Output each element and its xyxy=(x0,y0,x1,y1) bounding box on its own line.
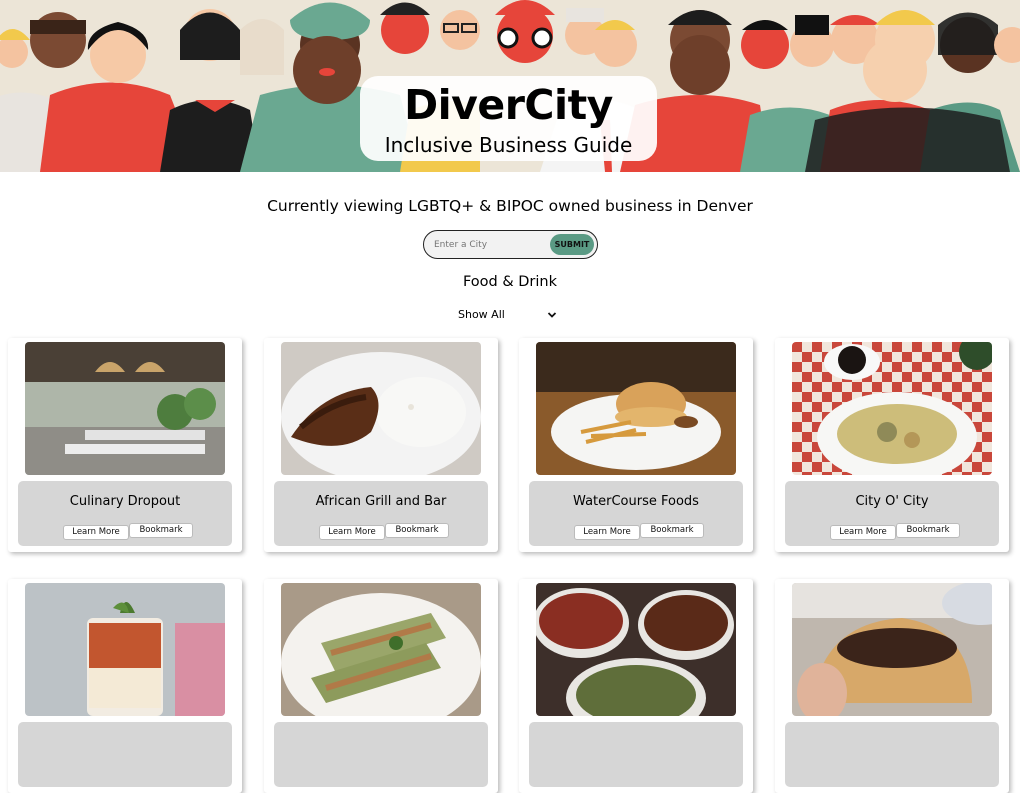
site-title: DiverCity xyxy=(404,81,613,129)
learn-more-button[interactable]: Learn More xyxy=(63,525,129,540)
submit-button[interactable]: SUBMIT xyxy=(550,234,594,255)
business-card xyxy=(264,579,498,793)
filter-select[interactable]: Show All xyxy=(450,306,560,324)
business-info xyxy=(529,722,743,787)
business-name: African Grill and Bar xyxy=(315,494,447,509)
filter-selected-value: Show All xyxy=(458,308,505,321)
business-info: City O' City Learn More Bookmark xyxy=(785,481,999,546)
bookmark-button[interactable]: Bookmark xyxy=(385,523,449,538)
business-card: City O' City Learn More Bookmark xyxy=(775,338,1009,552)
business-photo xyxy=(25,342,225,475)
business-photo xyxy=(792,583,992,716)
learn-more-button[interactable]: Learn More xyxy=(830,525,896,540)
business-info: African Grill and Bar Learn More Bookmar… xyxy=(274,481,488,546)
business-photo xyxy=(281,583,481,716)
business-card: WaterCourse Foods Learn More Bookmark xyxy=(519,338,753,552)
business-name: Culinary Dropout xyxy=(69,494,181,509)
bookmark-button[interactable]: Bookmark xyxy=(640,523,704,538)
business-photo xyxy=(536,583,736,716)
chevron-down-icon xyxy=(547,312,557,318)
business-photo xyxy=(536,342,736,475)
business-info: Culinary Dropout Learn More Bookmark xyxy=(18,481,232,546)
business-info xyxy=(785,722,999,787)
bookmark-button[interactable]: Bookmark xyxy=(896,523,960,538)
viewing-status: Currently viewing LGBTQ+ & BIPOC owned b… xyxy=(267,197,753,215)
business-info xyxy=(18,722,232,787)
business-name: WaterCourse Foods xyxy=(573,494,699,509)
business-info xyxy=(274,722,488,787)
learn-more-button[interactable]: Learn More xyxy=(319,525,385,540)
business-info: WaterCourse Foods Learn More Bookmark xyxy=(529,481,743,546)
city-search-form: SUBMIT xyxy=(423,230,598,259)
business-photo xyxy=(792,342,992,475)
business-card: African Grill and Bar Learn More Bookmar… xyxy=(264,338,498,552)
business-card: Culinary Dropout Learn More Bookmark xyxy=(8,338,242,552)
business-card xyxy=(775,579,1009,793)
learn-more-button[interactable]: Learn More xyxy=(574,525,640,540)
business-photo xyxy=(25,583,225,716)
category-title: Food & Drink xyxy=(462,274,558,290)
site-subtitle: Inclusive Business Guide xyxy=(384,133,633,157)
business-card xyxy=(519,579,753,793)
business-card xyxy=(8,579,242,793)
title-card: DiverCity Inclusive Business Guide xyxy=(360,76,657,161)
city-search-input[interactable] xyxy=(434,236,544,253)
bookmark-button[interactable]: Bookmark xyxy=(129,523,193,538)
hero-banner: DiverCity Inclusive Business Guide xyxy=(0,0,1020,172)
business-name: City O' City xyxy=(855,494,929,509)
business-photo xyxy=(281,342,481,475)
